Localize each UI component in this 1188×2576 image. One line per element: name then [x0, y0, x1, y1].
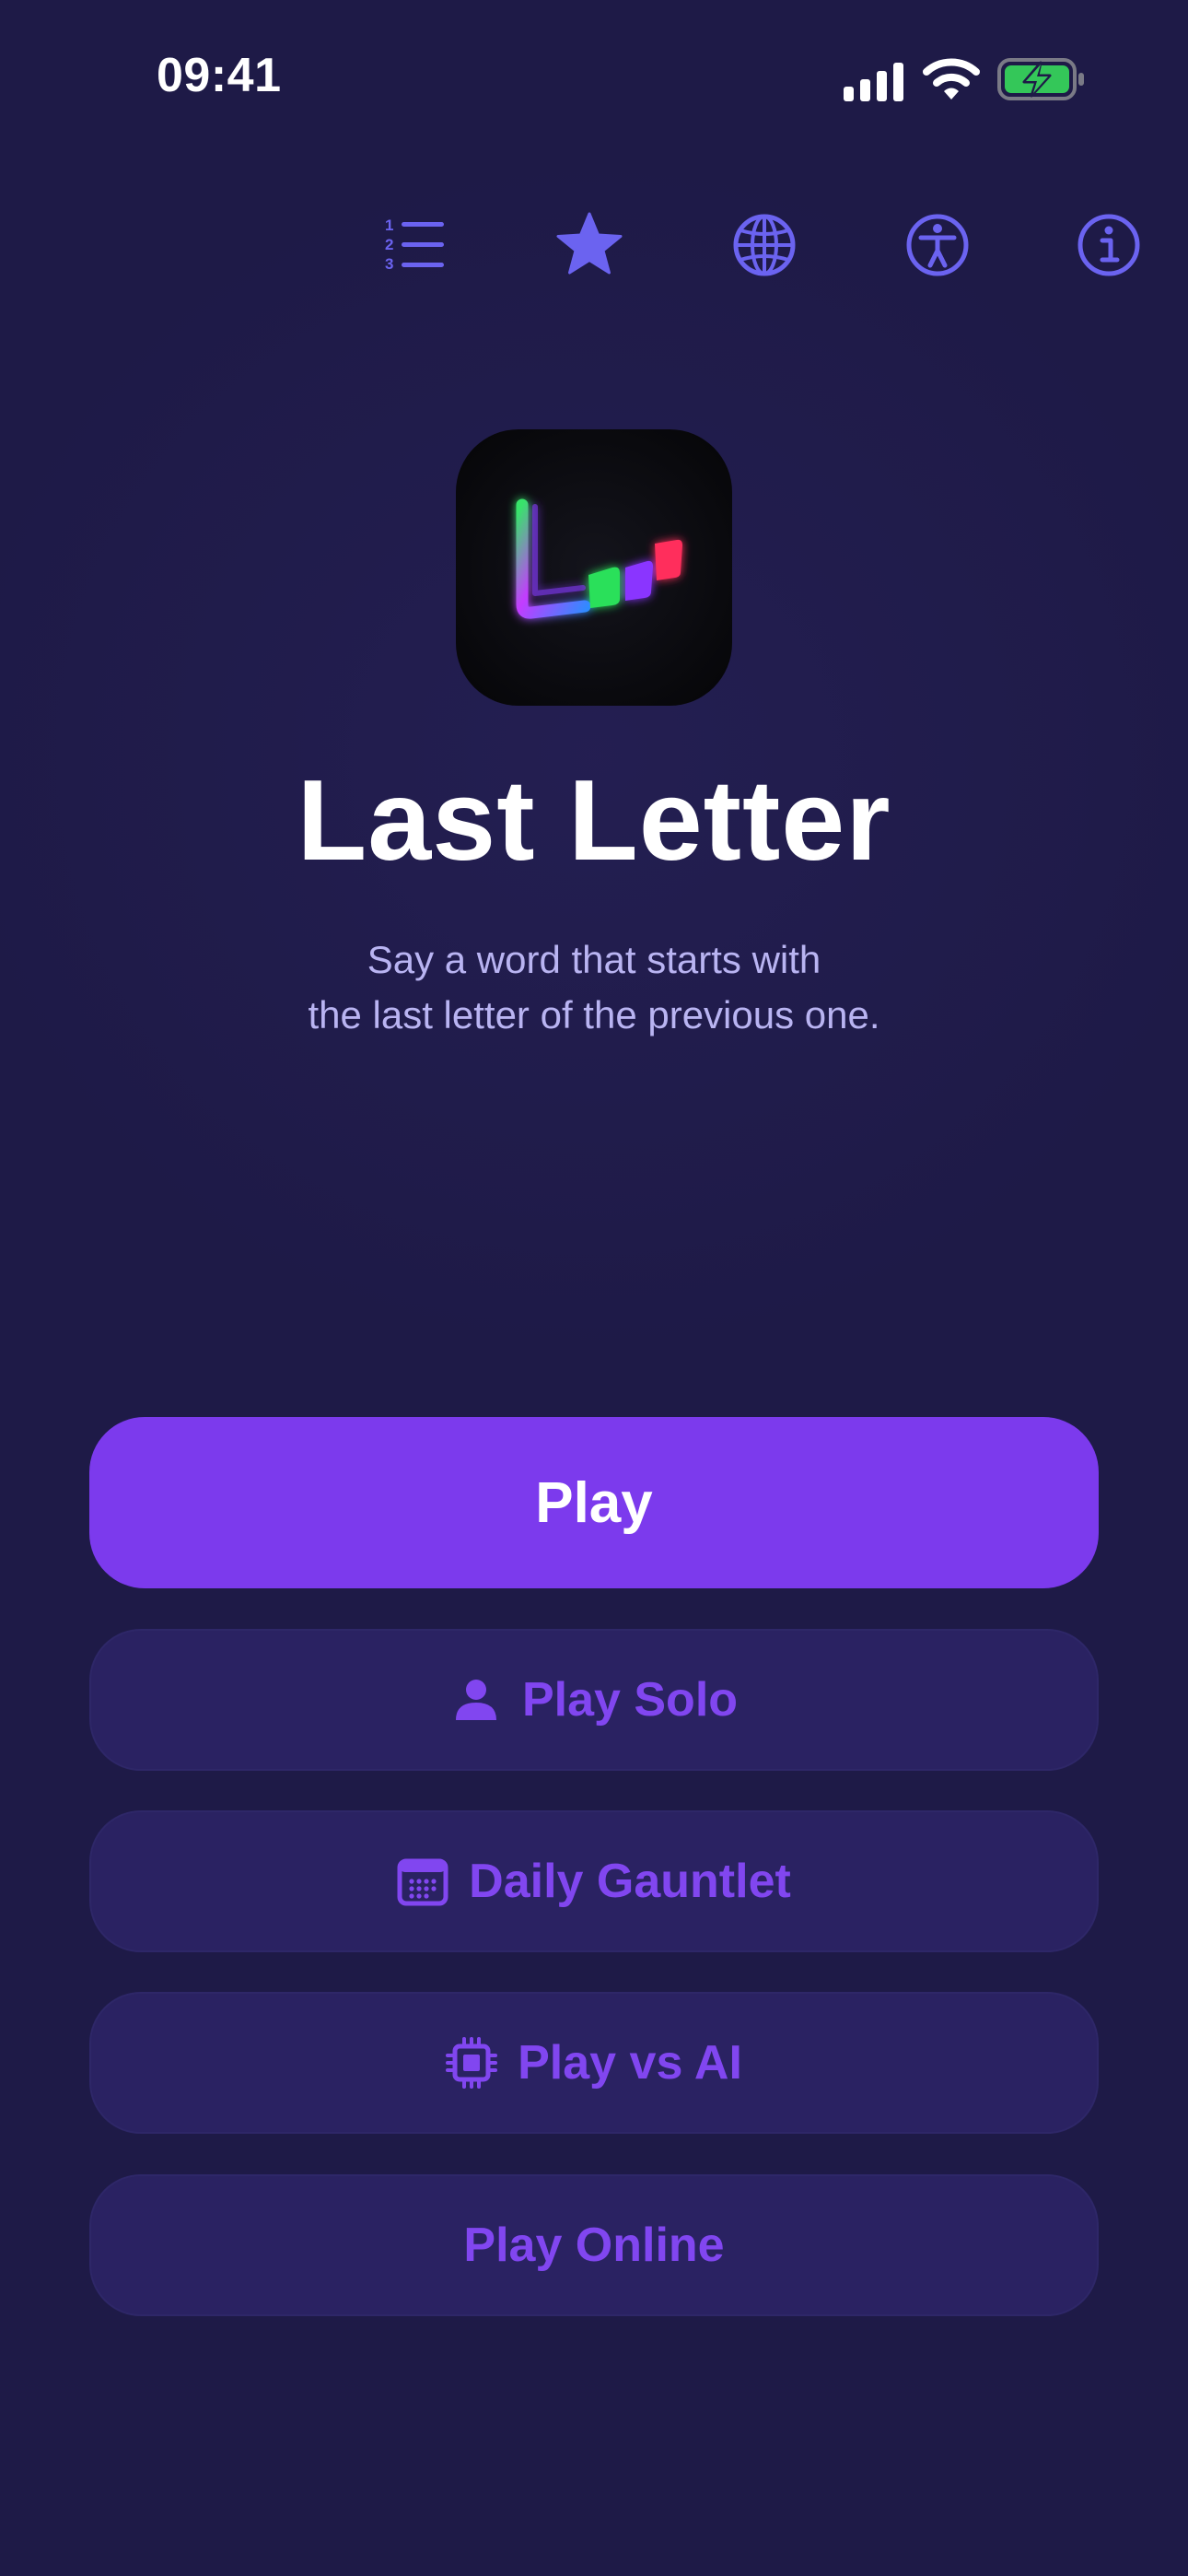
play-online-button[interactable]: Play Online	[89, 2174, 1099, 2316]
app-title: Last Letter	[297, 757, 891, 884]
wifi-icon	[923, 58, 980, 100]
daily-gauntlet-button[interactable]: Daily Gauntlet	[89, 1810, 1099, 1952]
svg-text:1: 1	[385, 217, 393, 234]
app-subtitle: Say a word that starts with the last let…	[0, 932, 1188, 1043]
language-button[interactable]	[729, 210, 799, 280]
accessibility-button[interactable]	[903, 210, 973, 280]
svg-text:3: 3	[385, 255, 393, 273]
favorites-button[interactable]	[554, 210, 624, 280]
neon-l-logo-icon	[516, 498, 682, 619]
cellular-signal-icon	[844, 63, 903, 101]
play-vs-ai-button[interactable]: Play vs AI	[89, 1992, 1099, 2134]
person-icon	[455, 1680, 496, 1720]
subtitle-line-2: the last letter of the previous one.	[308, 993, 880, 1036]
svg-text:2: 2	[385, 236, 393, 253]
subtitle-line-1: Say a word that starts with	[367, 938, 821, 981]
accessibility-icon	[906, 214, 969, 276]
info-button[interactable]	[1074, 210, 1144, 280]
globe-icon	[733, 214, 796, 276]
play-vs-ai-label: Play vs AI	[518, 2036, 742, 2090]
daily-gauntlet-label: Daily Gauntlet	[469, 1855, 791, 1908]
play-solo-label: Play Solo	[521, 1673, 739, 1727]
app-logo	[456, 429, 732, 706]
cpu-chip-icon	[446, 2037, 498, 2089]
calendar-icon	[397, 1858, 448, 1906]
play-solo-button[interactable]: Play Solo	[89, 1629, 1099, 1771]
play-button[interactable]: Play	[89, 1417, 1099, 1588]
play-button-label: Play	[535, 1470, 653, 1535]
info-icon	[1077, 214, 1140, 276]
leaderboard-button[interactable]: 1 2 3	[379, 210, 449, 280]
battery-charging-icon	[997, 58, 1084, 100]
numbered-list-icon: 1 2 3	[385, 217, 444, 273]
star-icon	[556, 212, 623, 275]
play-online-label: Play Online	[463, 2219, 725, 2272]
status-time: 09:41	[157, 49, 282, 102]
